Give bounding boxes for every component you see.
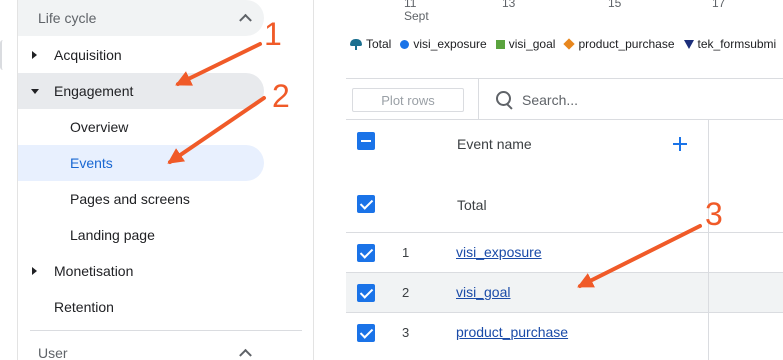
section-title-life-cycle: Life cycle xyxy=(38,10,97,26)
annotation-number-2: 2 xyxy=(272,78,290,114)
sidebar-item-label: Overview xyxy=(70,119,129,135)
chevron-up-icon[interactable] xyxy=(239,348,252,360)
legend-item-visi-goal[interactable]: visi_goal xyxy=(495,37,555,51)
sidebar-item-pages-and-screens[interactable]: Pages and screens xyxy=(18,181,264,217)
row-checkbox[interactable] xyxy=(357,284,375,302)
sidebar-item-engagement[interactable]: Engagement xyxy=(18,73,264,109)
search-icon[interactable] xyxy=(495,90,515,110)
toolbar-divider xyxy=(478,79,479,120)
caret-right-icon xyxy=(32,51,37,59)
caret-down-icon xyxy=(31,89,39,94)
sidebar-item-overview[interactable]: Overview xyxy=(18,109,264,145)
triangle-marker-icon xyxy=(683,39,694,49)
sidebar-item-label: Engagement xyxy=(54,83,134,99)
rail-indicator xyxy=(0,40,10,70)
sidebar-item-label: Landing page xyxy=(70,227,155,243)
sidebar-divider xyxy=(30,330,302,331)
row-number: 1 xyxy=(402,245,410,260)
x-axis-tick: 15 xyxy=(608,0,622,10)
sidebar-item-label: Retention xyxy=(54,299,114,315)
x-axis-tick: 17 xyxy=(712,0,726,10)
legend-item-tek-formsubmit[interactable]: tek_formsubmi xyxy=(683,37,776,51)
search-input[interactable] xyxy=(522,88,722,112)
sidebar-item-landing-page[interactable]: Landing page xyxy=(18,217,264,253)
x-axis-tick: 11 Sept xyxy=(404,0,429,23)
annotation-number-3: 3 xyxy=(705,196,723,232)
event-name-link[interactable]: product_purchase xyxy=(456,324,568,340)
event-name-link[interactable]: visi_goal xyxy=(456,284,510,300)
left-rail xyxy=(0,0,18,360)
report-main: 11 Sept 13 15 17 Total visi_exposure vis… xyxy=(314,0,783,360)
total-checkbox[interactable] xyxy=(357,195,375,213)
sidebar-item-label: Pages and screens xyxy=(70,191,190,207)
chevron-up-icon[interactable] xyxy=(239,13,252,27)
sidebar-item-events[interactable]: Events xyxy=(18,145,264,181)
sidebar-nav: Life cycle Acquisition Engagement Overvi… xyxy=(18,0,314,360)
sidebar-item-acquisition[interactable]: Acquisition xyxy=(18,37,264,73)
plot-rows-button[interactable]: Plot rows xyxy=(352,88,464,112)
column-header-event-name[interactable]: Event name xyxy=(457,136,532,152)
annotation-number-1: 1 xyxy=(264,16,282,52)
row-number: 3 xyxy=(402,325,410,340)
sidebar-item-monetisation[interactable]: Monetisation xyxy=(18,253,264,289)
row-checkbox[interactable] xyxy=(357,244,375,262)
diamond-marker-icon xyxy=(563,38,576,50)
row-checkbox[interactable] xyxy=(357,324,375,342)
select-all-checkbox[interactable] xyxy=(357,132,375,150)
circle-marker-icon xyxy=(400,39,410,49)
legend-item-product-purchase[interactable]: product_purchase xyxy=(563,37,675,51)
legend-item-total[interactable]: Total xyxy=(350,37,391,51)
row-number: 2 xyxy=(402,285,410,300)
sidebar-item-label: Monetisation xyxy=(54,263,134,279)
table-toolbar: Plot rows xyxy=(346,79,783,120)
sidebar-item-label: Acquisition xyxy=(54,47,122,63)
x-axis-month: Sept xyxy=(404,9,429,23)
section-header-user[interactable]: User xyxy=(18,338,264,360)
table-row: 3 product_purchase xyxy=(346,313,783,360)
add-dimension-plus-icon[interactable] xyxy=(673,137,687,151)
column-divider xyxy=(708,120,709,360)
table-row: 2 visi_goal xyxy=(346,273,783,313)
caret-right-icon xyxy=(32,267,37,275)
total-marker-icon xyxy=(350,38,362,50)
sidebar-item-label: Events xyxy=(70,155,113,171)
x-axis-tick: 13 xyxy=(502,0,516,10)
total-row-label: Total xyxy=(457,197,487,213)
section-title-user: User xyxy=(38,345,68,360)
section-header-life-cycle[interactable]: Life cycle xyxy=(18,0,264,36)
chart-legend: Total visi_exposure visi_goal product_pu… xyxy=(350,37,783,51)
legend-item-visi-exposure[interactable]: visi_exposure xyxy=(400,37,487,51)
event-name-link[interactable]: visi_exposure xyxy=(456,244,542,260)
square-marker-icon xyxy=(495,39,505,49)
table-row: 1 visi_exposure xyxy=(346,233,783,273)
sidebar-item-retention[interactable]: Retention xyxy=(18,289,264,325)
